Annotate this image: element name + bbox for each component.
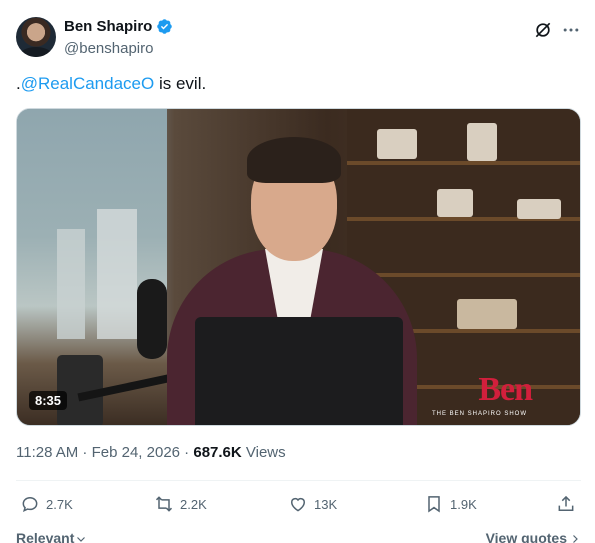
background-building [97, 209, 137, 339]
show-logo-word: Ben [478, 371, 533, 408]
tweet-date[interactable]: Feb 24, 2026 [92, 444, 180, 461]
reply-count: 2.7K [46, 496, 73, 512]
show-logo: Ben THE BEN SHAPIRO SHOW [432, 371, 562, 417]
grok-icon[interactable] [533, 20, 553, 40]
reply-button[interactable]: 2.7K [20, 494, 73, 514]
video-duration: 8:35 [29, 391, 68, 410]
reply-icon [22, 496, 38, 513]
bookmark-icon [428, 496, 440, 513]
sort-label: Relevant [16, 530, 75, 543]
background-building [57, 229, 85, 339]
share-icon [558, 495, 574, 511]
view-quotes-link[interactable]: View quotes [486, 530, 581, 543]
tweet-meta: 11:28 AM · Feb 24, 2026 · 687.6K Views [16, 444, 286, 461]
action-bar: 2.7K 2.2K 13K 1.9K [16, 494, 581, 518]
mention-link[interactable]: @RealCandaceO [21, 74, 155, 93]
tweet-header: Ben Shapiro @benshapiro [16, 14, 581, 64]
bookmark-count: 1.9K [450, 496, 477, 512]
views-label: Views [241, 444, 286, 461]
shelf-item [457, 299, 517, 329]
bookmark-button[interactable]: 1.9K [424, 494, 477, 514]
shelf-item [437, 189, 473, 217]
tweet-text: .@RealCandaceO is evil. [16, 73, 206, 95]
meta-separator: · [180, 444, 194, 461]
tweet-time[interactable]: 11:28 AM [16, 444, 78, 461]
laptop [195, 317, 403, 425]
view-quotes-label: View quotes [485, 530, 567, 543]
share-button[interactable] [556, 494, 576, 514]
meta-separator: · [78, 444, 92, 461]
like-count: 13K [314, 496, 338, 512]
like-icon [291, 497, 305, 512]
shelf-item [377, 129, 417, 159]
like-button[interactable]: 13K [288, 494, 337, 514]
show-logo-subtitle: THE BEN SHAPIRO SHOW [432, 411, 528, 417]
person-hair [247, 137, 341, 183]
repost-count: 2.2K [180, 496, 207, 512]
views-count: 687.6K [193, 444, 242, 461]
author-name[interactable]: Ben Shapiro [64, 18, 152, 35]
microphone [137, 279, 167, 359]
verified-badge-icon [157, 19, 173, 34]
divider [16, 480, 581, 481]
more-icon[interactable] [561, 20, 581, 40]
shelf-item [517, 199, 561, 219]
replies-footer: Relevant View quotes [16, 528, 581, 543]
repost-button[interactable]: 2.2K [154, 494, 207, 514]
video-player[interactable]: 8:35 Ben THE BEN SHAPIRO SHOW [16, 108, 581, 426]
chevron-down-icon [77, 537, 86, 543]
chevron-right-icon [573, 535, 578, 543]
repost-icon [155, 496, 173, 512]
author-handle[interactable]: @benshapiro [64, 40, 153, 57]
avatar[interactable] [16, 17, 56, 57]
shelf-item [467, 123, 497, 161]
tweet-body: is evil. [154, 74, 207, 93]
author-name-row[interactable]: Ben Shapiro [64, 18, 173, 35]
sort-dropdown[interactable]: Relevant [16, 530, 87, 543]
